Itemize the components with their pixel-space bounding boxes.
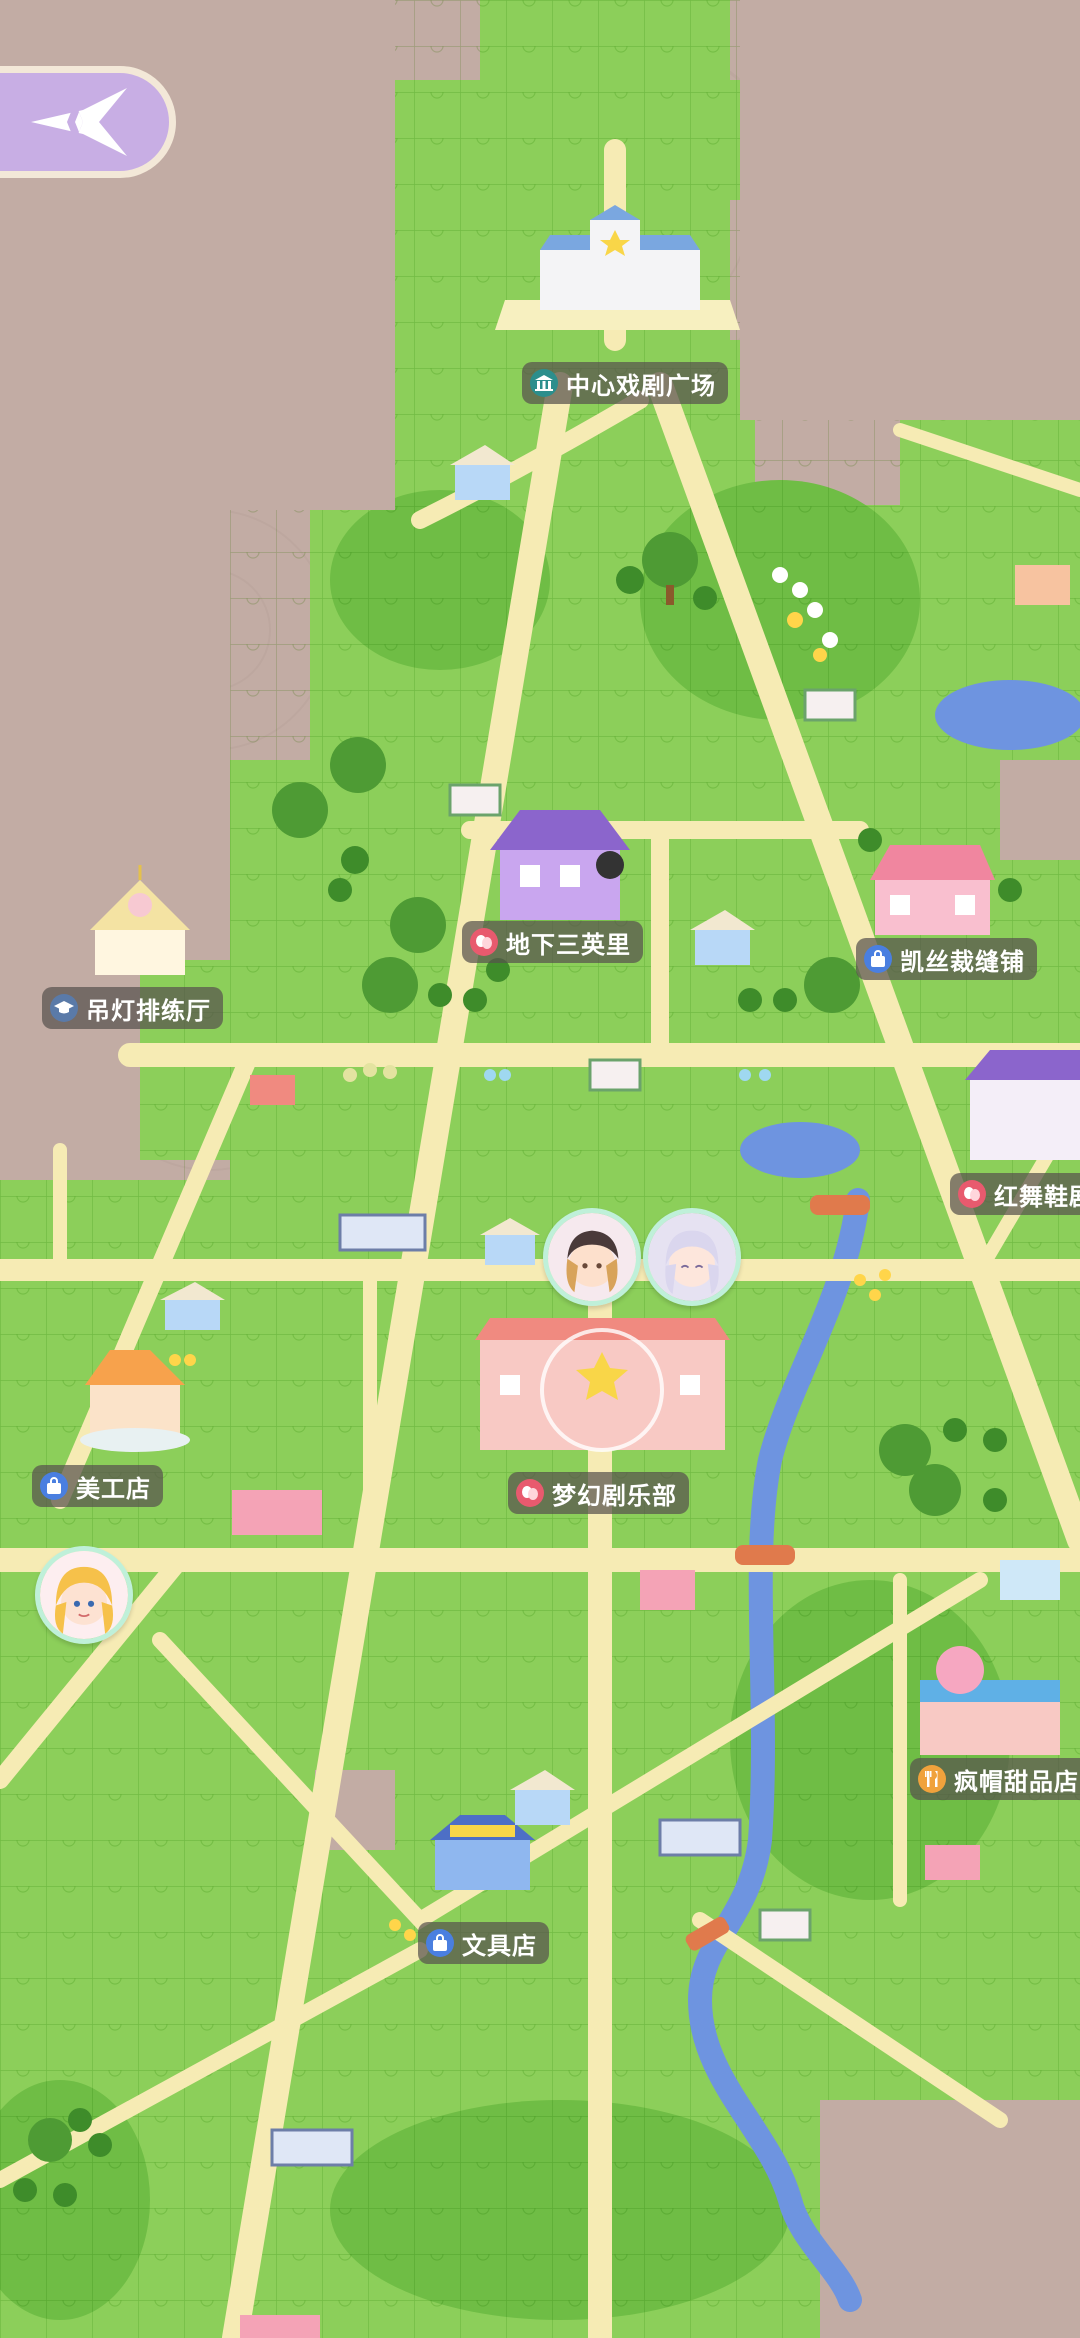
location-name: 吊灯排练厅 bbox=[86, 997, 211, 1025]
theater-building-icon bbox=[530, 369, 558, 397]
location-name: 红舞鞋剧 bbox=[994, 1183, 1080, 1211]
location-name: 美工店 bbox=[76, 1475, 151, 1503]
location-name: 文具店 bbox=[462, 1932, 537, 1960]
underground-three-miles-building[interactable] bbox=[490, 810, 630, 920]
back-button[interactable] bbox=[0, 66, 176, 178]
graduation-cap-icon bbox=[50, 994, 78, 1022]
location-name: 凯丝裁缝铺 bbox=[900, 948, 1025, 976]
location-label-underground-three-miles[interactable]: 地下三英里 bbox=[462, 921, 643, 963]
location-label-chandelier-rehearsal-hall[interactable]: 吊灯排练厅 bbox=[42, 987, 223, 1029]
drama-mask-icon bbox=[958, 1180, 986, 1208]
shop-bag-icon bbox=[40, 1472, 68, 1500]
dream-theater-club-building[interactable] bbox=[475, 1318, 730, 1452]
location-name: 中心戏剧广场 bbox=[566, 372, 716, 400]
character-avatar-dark-hair[interactable] bbox=[543, 1208, 641, 1306]
location-label-kaisi-tailor-shop[interactable]: 凯丝裁缝铺 bbox=[856, 938, 1037, 980]
kaisi-tailor-shop-building[interactable] bbox=[870, 845, 995, 935]
character-avatar-silver-hair[interactable] bbox=[643, 1208, 741, 1306]
drama-mask-icon bbox=[470, 928, 498, 956]
shop-bag-icon bbox=[426, 1929, 454, 1957]
compass-arrow-icon bbox=[31, 88, 127, 156]
location-label-art-supply-shop[interactable]: 美工店 bbox=[32, 1465, 163, 1507]
character-avatar-blonde-hair[interactable] bbox=[35, 1546, 133, 1644]
location-name: 地下三英里 bbox=[506, 931, 631, 959]
shop-bag-icon bbox=[864, 945, 892, 973]
location-label-mad-hatter-dessert-shop[interactable]: 疯帽甜品店 bbox=[910, 1758, 1080, 1800]
drama-mask-icon bbox=[516, 1479, 544, 1507]
location-label-stationery-shop[interactable]: 文具店 bbox=[418, 1922, 549, 1964]
red-shoes-theater-building[interactable] bbox=[965, 1050, 1080, 1160]
location-label-red-shoes-theater[interactable]: 红舞鞋剧 bbox=[950, 1173, 1080, 1215]
location-name: 疯帽甜品店 bbox=[954, 1768, 1079, 1796]
fork-knife-icon bbox=[918, 1765, 946, 1793]
location-name: 梦幻剧乐部 bbox=[552, 1482, 677, 1510]
game-map[interactable] bbox=[0, 0, 1080, 2338]
location-label-dream-theater-club[interactable]: 梦幻剧乐部 bbox=[508, 1472, 689, 1514]
location-label-central-theater-plaza[interactable]: 中心戏剧广场 bbox=[522, 362, 728, 404]
